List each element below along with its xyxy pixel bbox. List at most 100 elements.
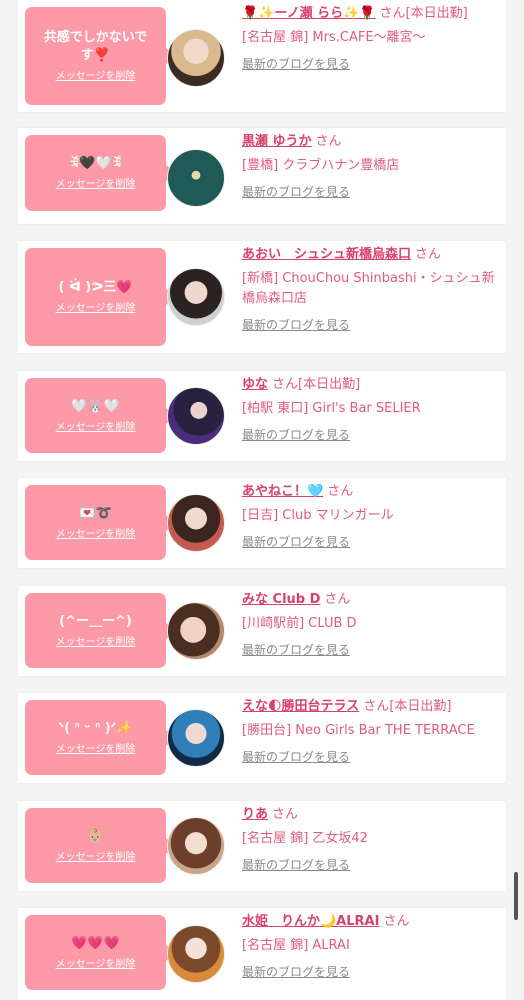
- view-blog-link[interactable]: 最新のブログを見る: [242, 56, 498, 72]
- view-blog-link[interactable]: 最新のブログを見る: [242, 964, 498, 980]
- woman-blonde-avatar[interactable]: [167, 29, 225, 87]
- name-line: あやねこ！🩵 さん: [242, 482, 498, 502]
- cast-info: えな🌓勝田台テラス さん[本日出勤] [勝田台] Neo Girls Bar TH…: [242, 697, 498, 765]
- message-text: ( ᐛ )ᕗ三💗: [58, 280, 133, 295]
- delete-message-link[interactable]: メッセージを削除: [56, 744, 136, 756]
- view-blog-link[interactable]: 最新のブログを見る: [242, 642, 498, 658]
- shop-name: [川崎駅前] CLUB D: [242, 616, 357, 631]
- scrollbar[interactable]: [514, 872, 518, 920]
- shop-name: [新橋] ChouChou Shinbashi・シュシュ新橋烏森口店: [242, 271, 495, 306]
- woman-bob-avatar[interactable]: [167, 817, 225, 875]
- message-card: 🤍🐰🤍 メッセージを削除 ゆな さん[本日出勤] [柏駅 東口] Girl's B…: [18, 371, 506, 461]
- shop-name: [勝田台] Neo Girls Bar THE TERRACE: [242, 723, 475, 738]
- honorific: さん: [379, 6, 406, 21]
- cast-info: 水姫 りんか🌙ALRAI さん [名古屋 錦] ALRAI 最新のブログを見る: [242, 912, 498, 980]
- honorific: さん: [363, 699, 390, 714]
- message-card: ꉂ🖤🤍ꉂ メッセージを削除 黒瀬 ゆうか さん [豊橋] クラブハナン豊橋店 最新…: [18, 128, 506, 224]
- message-bubble: ( ᐛ )ᕗ三💗 メッセージを削除: [25, 248, 175, 346]
- cast-name-link[interactable]: 黒瀬 ゆうか: [242, 134, 312, 149]
- view-blog-link[interactable]: 最新のブログを見る: [242, 317, 498, 333]
- message-bubble: ᐠ( ᐢ ᵕ ᐢ )ᐟ✨ メッセージを削除: [25, 700, 175, 775]
- delete-message-link[interactable]: メッセージを削除: [56, 959, 136, 971]
- message-bubble: (^ー＿ー^) メッセージを削除: [25, 593, 175, 668]
- message-card: ( ᐛ )ᕗ三💗 メッセージを削除 あおい シュシュ新橋烏森口 さん [新橋] C…: [18, 241, 506, 353]
- status-badge: [本日出勤]: [298, 377, 361, 392]
- view-blog-link[interactable]: 最新のブログを見る: [242, 427, 498, 443]
- message-text: 💌➰: [79, 505, 112, 521]
- message-text: ᐠ( ᐢ ᵕ ᐢ )ᐟ✨: [58, 720, 133, 736]
- view-blog-link[interactable]: 最新のブログを見る: [242, 184, 498, 200]
- cast-name-link[interactable]: 水姫 りんか🌙ALRAI: [242, 914, 379, 929]
- shop-name: [名古屋 錦] ALRAI: [242, 938, 350, 953]
- honorific: さん: [315, 134, 342, 149]
- message-bubble: 🤍🐰🤍 メッセージを削除: [25, 378, 175, 453]
- honorific: さん: [324, 592, 351, 607]
- view-blog-link[interactable]: 最新のブログを見る: [242, 749, 498, 765]
- woman-dark-hair-avatar[interactable]: [167, 268, 225, 326]
- club-hanan-logo-avatar[interactable]: [167, 149, 225, 207]
- shop-name: [柏駅 東口] Girl's Bar SELIER: [242, 401, 421, 416]
- message-card: 👶🏼 メッセージを削除 りあ さん [名古屋 錦] 乙女坂42 最新のブログを見る: [18, 801, 506, 891]
- delete-message-link[interactable]: メッセージを削除: [56, 179, 136, 191]
- woman-closeup-avatar[interactable]: [167, 602, 225, 660]
- message-card: (^ー＿ー^) メッセージを削除 みな Club D さん [川崎駅前] CLUB…: [18, 586, 506, 676]
- status-badge: [本日出勤]: [389, 699, 452, 714]
- cast-name-link[interactable]: みな Club D: [242, 592, 320, 607]
- cast-info: みな Club D さん [川崎駅前] CLUB D 最新のブログを見る: [242, 590, 498, 658]
- shop-name: [名古屋 錦] Mrs.CAFE〜離宮〜: [242, 30, 426, 45]
- delete-message-link[interactable]: メッセージを削除: [56, 303, 136, 315]
- delete-message-link[interactable]: メッセージを削除: [56, 71, 136, 83]
- message-bubble: 共感でしかないです❣️ メッセージを削除: [25, 7, 175, 105]
- cast-info: あおい シュシュ新橋烏森口 さん [新橋] ChouChou Shinbashi・…: [242, 245, 498, 333]
- message-card: ᐠ( ᐢ ᵕ ᐢ )ᐟ✨ メッセージを削除 えな🌓勝田台テラス さん[本日出勤] …: [18, 693, 506, 783]
- name-line: りあ さん: [242, 805, 498, 825]
- message-text: 🤍🐰🤍: [71, 398, 120, 414]
- message-text: 👶🏼: [87, 828, 104, 844]
- woman-blue-hair-avatar[interactable]: [167, 709, 225, 767]
- woman-bar-avatar[interactable]: [167, 387, 225, 445]
- name-line: ゆな さん[本日出勤]: [242, 375, 498, 395]
- name-line: あおい シュシュ新橋烏森口 さん: [242, 245, 498, 265]
- name-line: みな Club D さん: [242, 590, 498, 610]
- honorific: さん: [327, 484, 354, 499]
- status-badge: [本日出勤]: [405, 6, 468, 21]
- cast-info: 🌹✨ーノ瀬 らら✨🌹 さん[本日出勤] [名古屋 錦] Mrs.CAFE〜離宮〜 …: [242, 4, 498, 72]
- view-blog-link[interactable]: 最新のブログを見る: [242, 534, 498, 550]
- cast-info: ゆな さん[本日出勤] [柏駅 東口] Girl's Bar SELIER 最新の…: [242, 375, 498, 443]
- shop-name: [日吉] Club マリンガール: [242, 508, 394, 523]
- shop-name: [名古屋 錦] 乙女坂42: [242, 831, 368, 846]
- cast-info: りあ さん [名古屋 錦] 乙女坂42 最新のブログを見る: [242, 805, 498, 873]
- cast-info: あやねこ！🩵 さん [日吉] Club マリンガール 最新のブログを見る: [242, 482, 498, 550]
- woman-dress-avatar[interactable]: [167, 925, 225, 983]
- name-line: えな🌓勝田台テラス さん[本日出勤]: [242, 697, 498, 717]
- delete-message-link[interactable]: メッセージを削除: [56, 852, 136, 864]
- message-text: 💗💗💗: [71, 935, 120, 951]
- delete-message-link[interactable]: メッセージを削除: [56, 422, 136, 434]
- cast-name-link[interactable]: あやねこ！🩵: [242, 484, 323, 499]
- name-line: 水姫 りんか🌙ALRAI さん: [242, 912, 498, 932]
- name-line: 黒瀬 ゆうか さん: [242, 132, 498, 152]
- message-bubble: 💗💗💗 メッセージを削除: [25, 915, 175, 990]
- cast-name-link[interactable]: あおい シュシュ新橋烏森口: [242, 247, 411, 262]
- delete-message-link[interactable]: メッセージを削除: [56, 529, 136, 541]
- woman-selfie-avatar[interactable]: [167, 494, 225, 552]
- cast-name-link[interactable]: ゆな: [242, 377, 268, 392]
- cast-info: 黒瀬 ゆうか さん [豊橋] クラブハナン豊橋店 最新のブログを見る: [242, 132, 498, 200]
- message-text: 共感でしかないです❣️: [43, 30, 148, 63]
- cast-name-link[interactable]: りあ: [242, 807, 268, 822]
- honorific: さん: [272, 377, 299, 392]
- name-line: 🌹✨ーノ瀬 らら✨🌹 さん[本日出勤]: [242, 4, 498, 24]
- shop-name: [豊橋] クラブハナン豊橋店: [242, 158, 400, 173]
- honorific: さん: [383, 914, 410, 929]
- delete-message-link[interactable]: メッセージを削除: [56, 637, 136, 649]
- message-bubble: 👶🏼 メッセージを削除: [25, 808, 175, 883]
- message-text: ꉂ🖤🤍ꉂ: [69, 156, 122, 171]
- cast-name-link[interactable]: えな🌓勝田台テラス: [242, 699, 359, 714]
- message-bubble: 💌➰ メッセージを削除: [25, 485, 175, 560]
- honorific: さん: [272, 807, 299, 822]
- message-bubble: ꉂ🖤🤍ꉂ メッセージを削除: [25, 135, 175, 211]
- message-card: 💗💗💗 メッセージを削除 水姫 りんか🌙ALRAI さん [名古屋 錦] ALRA…: [18, 908, 506, 1000]
- view-blog-link[interactable]: 最新のブログを見る: [242, 857, 498, 873]
- message-card: 💌➰ メッセージを削除 あやねこ！🩵 さん [日吉] Club マリンガール 最新…: [18, 478, 506, 568]
- cast-name-link[interactable]: 🌹✨ーノ瀬 らら✨🌹: [242, 6, 376, 21]
